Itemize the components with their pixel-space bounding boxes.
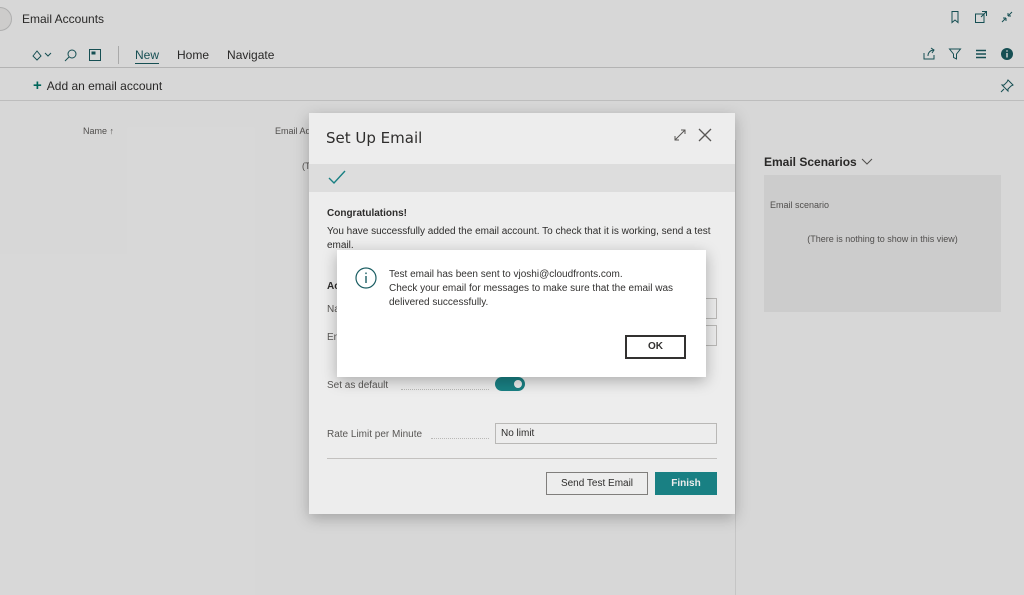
ok-button[interactable]: OK [625,335,686,359]
test-email-message-dialog: Test email has been sent to vjoshi@cloud… [337,250,706,377]
message-line-1: Test email has been sent to vjoshi@cloud… [389,269,623,280]
message-line-2: Check your email for messages to make su… [389,283,674,308]
info-icon [355,267,377,289]
message-text: Test email has been sent to vjoshi@cloud… [389,268,689,310]
